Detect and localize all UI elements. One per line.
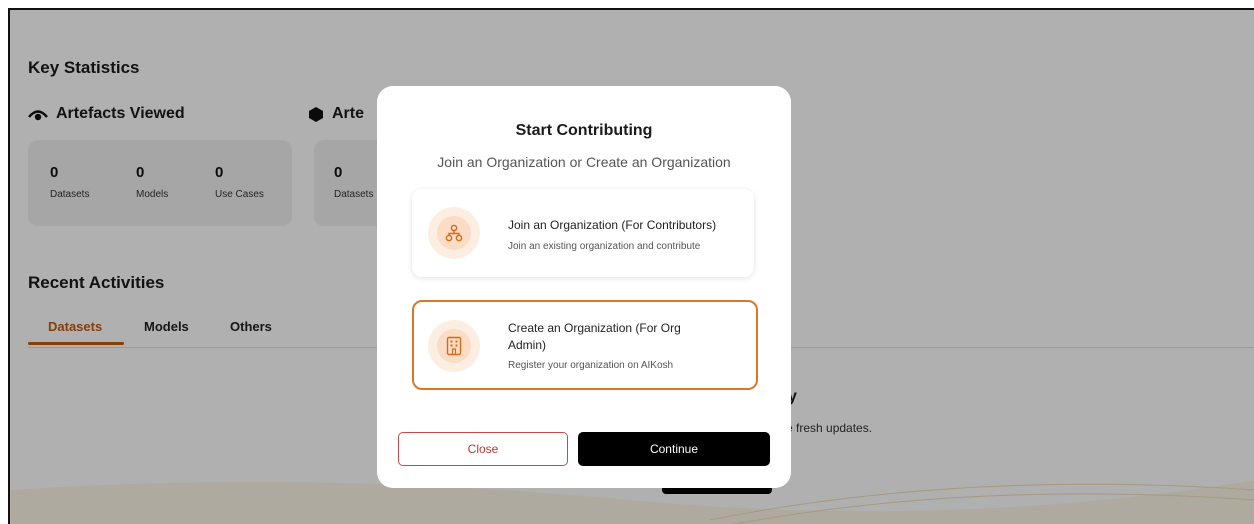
option-icon-badge <box>428 320 480 372</box>
app-frame: Key Statistics Artefacts Viewed 0 Datase… <box>8 8 1254 524</box>
building-icon <box>446 336 462 356</box>
option-icon-inner <box>437 329 471 363</box>
modal-subtitle: Join an Organization or Create an Organi… <box>437 154 731 170</box>
org-hierarchy-icon <box>445 224 463 242</box>
option-description: Join an existing organization and contri… <box>508 241 701 252</box>
start-contributing-modal: Start Contributing Join an Organization … <box>377 86 791 488</box>
close-button[interactable]: Close <box>398 432 568 466</box>
option-join-organization[interactable]: Join an Organization (For Contributors) … <box>412 189 754 277</box>
option-icon-inner <box>437 216 471 250</box>
option-title: Join an Organization (For Contributors) <box>508 218 717 232</box>
option-icon-badge <box>428 207 480 259</box>
continue-button[interactable]: Continue <box>578 432 770 466</box>
option-create-organization[interactable]: Create an Organization (For Org Admin) R… <box>412 300 758 390</box>
option-description: Register your organization on AIKosh <box>508 360 674 371</box>
option-title: Create an Organization (For Org Admin) <box>508 321 681 352</box>
modal-title: Start Contributing <box>515 122 653 139</box>
